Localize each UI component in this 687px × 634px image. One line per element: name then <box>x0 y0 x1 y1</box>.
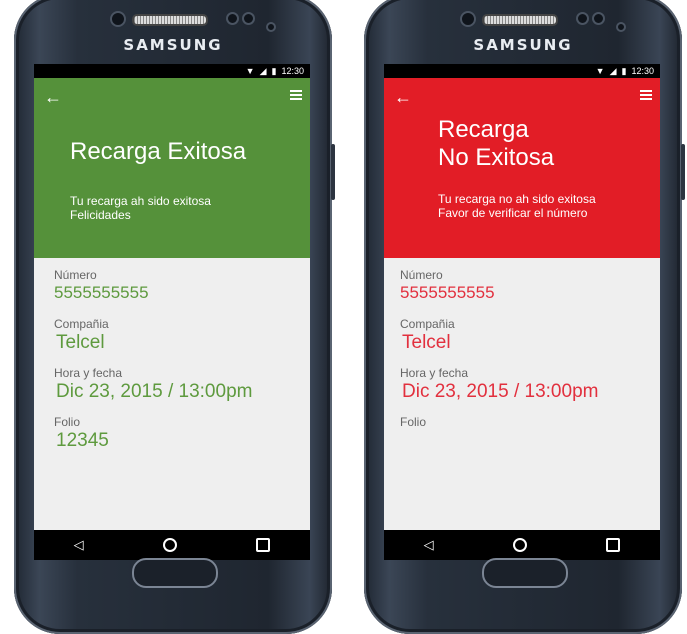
sensor-icon <box>576 12 589 25</box>
nav-recents-icon[interactable] <box>606 538 621 552</box>
nav-home-icon[interactable] <box>162 538 177 552</box>
home-key[interactable] <box>482 558 568 588</box>
phone-success: SAMSUNG ▼ ◢ ▮ 12:30 ← Recarga Exitosa Tu… <box>14 0 335 634</box>
nav-recents-icon[interactable] <box>256 538 271 552</box>
result-message: Tu recarga ah sido exitosa Felicidades <box>70 194 211 222</box>
result-message-line2: Favor de verificar el número <box>438 206 588 220</box>
details-list: Número 5555555555 Compañia Telcel Hora y… <box>34 258 310 464</box>
sensor-icon <box>242 12 255 25</box>
navigation-bar: ◁ <box>34 530 310 560</box>
result-message: Tu recarga no ah sido exitosa Favor de v… <box>438 192 596 220</box>
folio-label: Folio <box>400 415 427 429</box>
sensor-icon <box>592 12 605 25</box>
menu-icon[interactable] <box>290 90 302 100</box>
status-time: 12:30 <box>631 66 654 76</box>
company-value: Telcel <box>402 332 451 353</box>
power-button <box>331 144 335 200</box>
result-title-line1: Recarga <box>438 116 529 143</box>
wifi-icon: ▼ <box>595 66 605 76</box>
folio-value: 12345 <box>56 430 109 451</box>
led-icon <box>266 22 276 32</box>
battery-icon: ▮ <box>621 65 627 76</box>
sensor-icon <box>226 12 239 25</box>
menu-icon[interactable] <box>640 90 652 100</box>
phone-failure: SAMSUNG ▼ ◢ ▮ 12:30 ← Recarga No Exitosa… <box>364 0 685 634</box>
screen: ▼ ◢ ▮ 12:30 ← Recarga No Exitosa Tu reca… <box>384 64 660 560</box>
home-key[interactable] <box>132 558 218 588</box>
result-message-line2: Felicidades <box>70 208 131 222</box>
screen: ▼ ◢ ▮ 12:30 ← Recarga Exitosa Tu recarga… <box>34 64 310 560</box>
result-message-line1: Tu recarga no ah sido exitosa <box>438 192 596 206</box>
datetime-value: Dic 23, 2015 / 13:00pm <box>402 381 599 402</box>
company-value: Telcel <box>56 332 105 353</box>
folio-label: Folio <box>54 415 81 429</box>
number-label: Número <box>54 268 97 282</box>
back-arrow-icon[interactable]: ← <box>394 88 412 106</box>
status-time: 12:30 <box>281 66 304 76</box>
status-bar: ▼ ◢ ▮ 12:30 <box>34 64 310 78</box>
details-list: Número 5555555555 Compañia Telcel Hora y… <box>384 258 660 464</box>
folio-value <box>400 430 660 464</box>
navigation-bar: ◁ <box>384 530 660 560</box>
battery-icon: ▮ <box>271 65 277 76</box>
company-label: Compañia <box>54 317 109 331</box>
led-icon <box>616 22 626 32</box>
signal-icon: ◢ <box>259 65 267 76</box>
number-value: 5555555555 <box>400 283 495 302</box>
number-value: 5555555555 <box>54 283 149 302</box>
number-label: Número <box>400 268 443 282</box>
back-arrow-icon[interactable]: ← <box>44 88 62 106</box>
result-header: ← Recarga Exitosa Tu recarga ah sido exi… <box>34 78 310 258</box>
front-camera-icon <box>460 11 476 27</box>
nav-back-icon[interactable]: ◁ <box>424 537 434 553</box>
company-label: Compañia <box>400 317 455 331</box>
earpiece-speaker <box>132 14 208 26</box>
signal-icon: ◢ <box>609 65 617 76</box>
datetime-label: Hora y fecha <box>400 366 469 380</box>
earpiece-speaker <box>482 14 558 26</box>
nav-home-icon[interactable] <box>512 538 527 552</box>
result-title-line2: No Exitosa <box>438 144 555 171</box>
result-title: Recarga Exitosa <box>70 138 247 165</box>
datetime-value: Dic 23, 2015 / 13:00pm <box>56 381 253 402</box>
nav-back-icon[interactable]: ◁ <box>74 537 84 553</box>
front-camera-icon <box>110 11 126 27</box>
status-bar: ▼ ◢ ▮ 12:30 <box>384 64 660 78</box>
power-button <box>681 144 685 200</box>
datetime-label: Hora y fecha <box>54 366 123 380</box>
brand-logo: SAMSUNG <box>123 36 223 54</box>
result-title: Recarga No Exitosa <box>438 116 554 172</box>
result-message-line1: Tu recarga ah sido exitosa <box>70 194 211 208</box>
wifi-icon: ▼ <box>245 66 255 76</box>
brand-logo: SAMSUNG <box>473 36 573 54</box>
result-header: ← Recarga No Exitosa Tu recarga no ah si… <box>384 78 660 258</box>
